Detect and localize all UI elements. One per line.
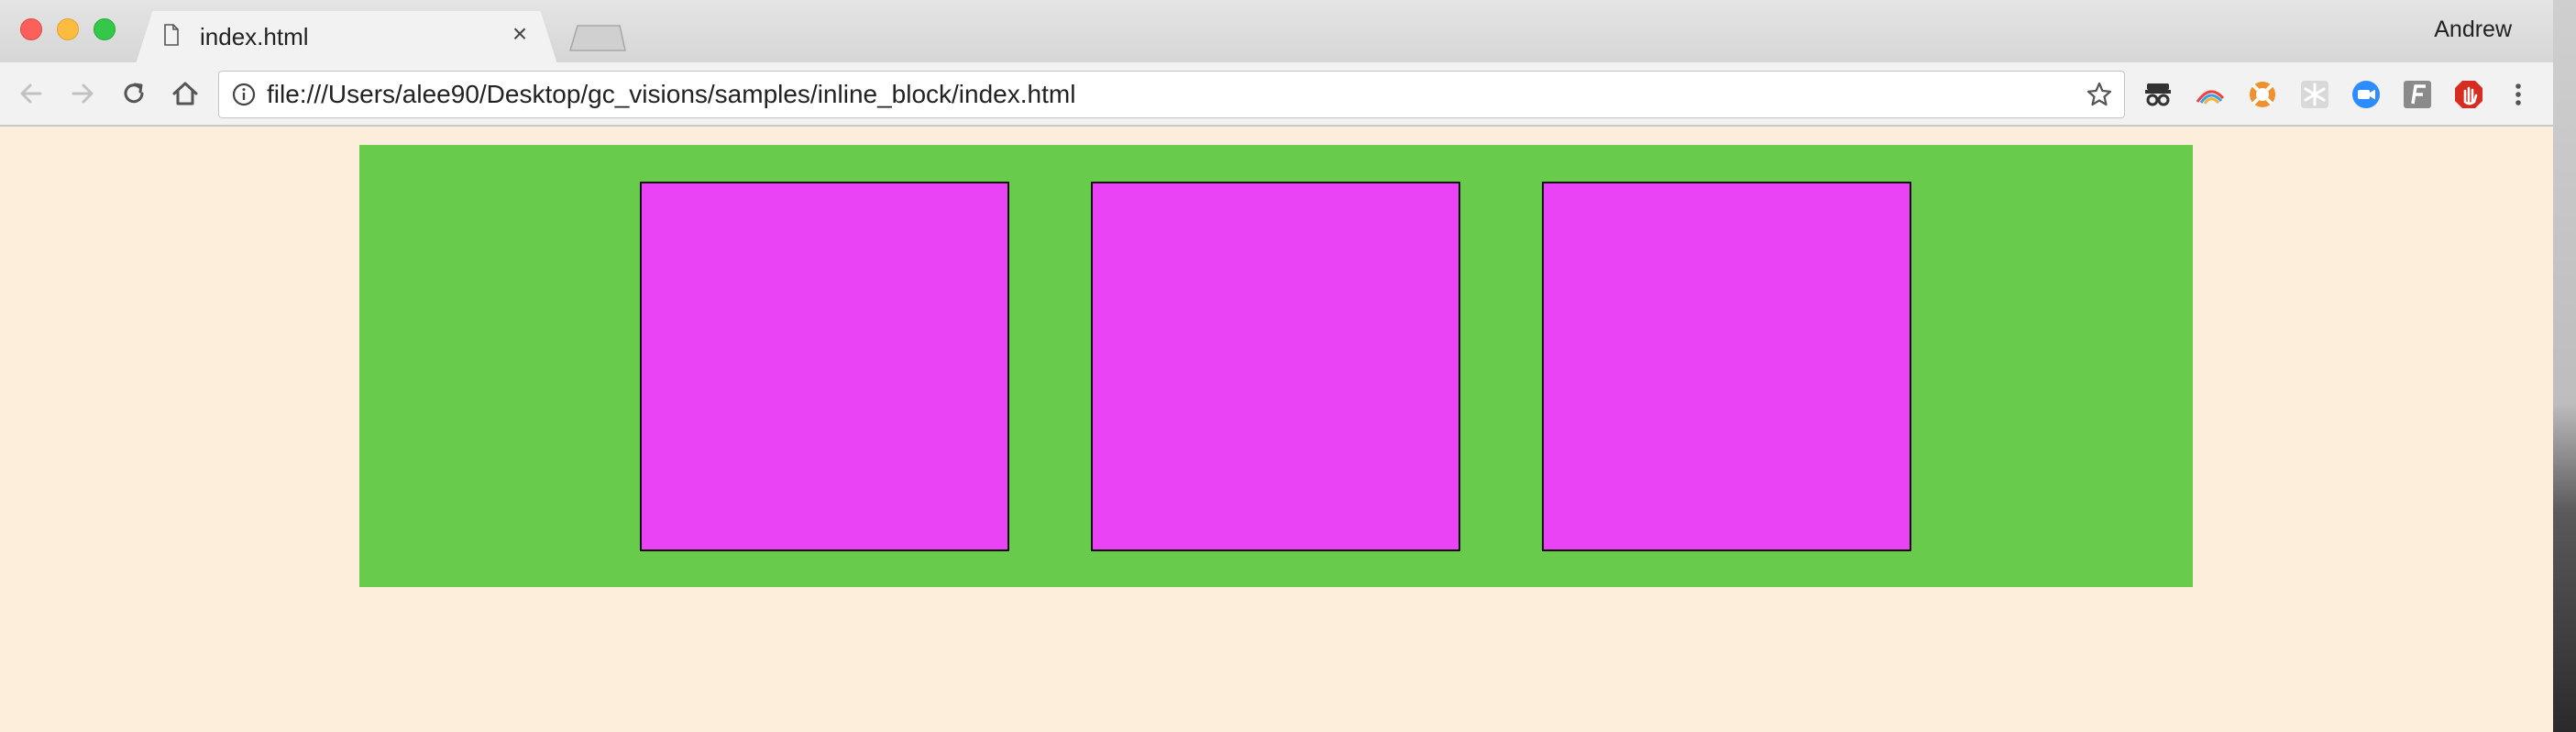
home-button[interactable] [169,77,202,110]
extension-lifebuoy[interactable] [2246,78,2279,111]
url-input[interactable] [267,72,2064,117]
video-camera-icon [2352,81,2380,108]
info-icon[interactable] [232,83,256,106]
active-tab-content: index.html × [136,11,557,64]
page-viewport [0,127,2553,732]
tab-close-icon[interactable]: × [506,20,534,48]
minimize-window-button[interactable] [57,18,79,40]
green-container [359,145,2193,587]
stop-hand-icon [2455,81,2482,108]
extension-zoom[interactable] [2350,78,2383,111]
toolbar [0,62,2553,127]
extension-rainbow[interactable] [2194,78,2227,111]
address-bar[interactable] [218,71,2125,118]
kebab-menu-icon [2515,83,2521,105]
browser-menu-button[interactable] [2502,78,2535,111]
extension-snowflake[interactable] [2298,78,2331,111]
extension-incognito[interactable] [2141,78,2174,111]
star-icon[interactable] [2086,81,2113,108]
reload-icon [124,83,144,104]
file-icon [164,24,179,46]
snowflake-icon [2301,81,2328,108]
title-bar: index.html × Andrew [0,0,2553,62]
maximize-window-button[interactable] [94,18,116,40]
pink-box [640,182,1009,551]
reload-button[interactable] [117,77,150,110]
arrow-left-icon [20,83,42,104]
close-window-button[interactable] [20,18,42,40]
lifebuoy-icon [2250,82,2275,107]
f-logo-icon [2404,81,2431,108]
new-tab-button[interactable] [568,24,627,51]
tab-title: index.html [200,23,309,50]
arrow-right-icon [72,83,94,104]
home-icon [172,82,198,105]
extension-f[interactable] [2401,78,2434,111]
rainbow-arc-icon [2196,90,2225,105]
incognito-mask-icon [2145,83,2171,106]
pink-box [1542,182,1911,551]
desktop-background [2553,0,2576,732]
extension-adblock[interactable] [2452,78,2485,111]
back-button[interactable] [15,77,48,110]
forward-button[interactable] [66,77,99,110]
profile-name[interactable]: Andrew [2434,17,2512,43]
browser-window: index.html × Andrew [0,0,2553,732]
pink-box [1091,182,1460,551]
